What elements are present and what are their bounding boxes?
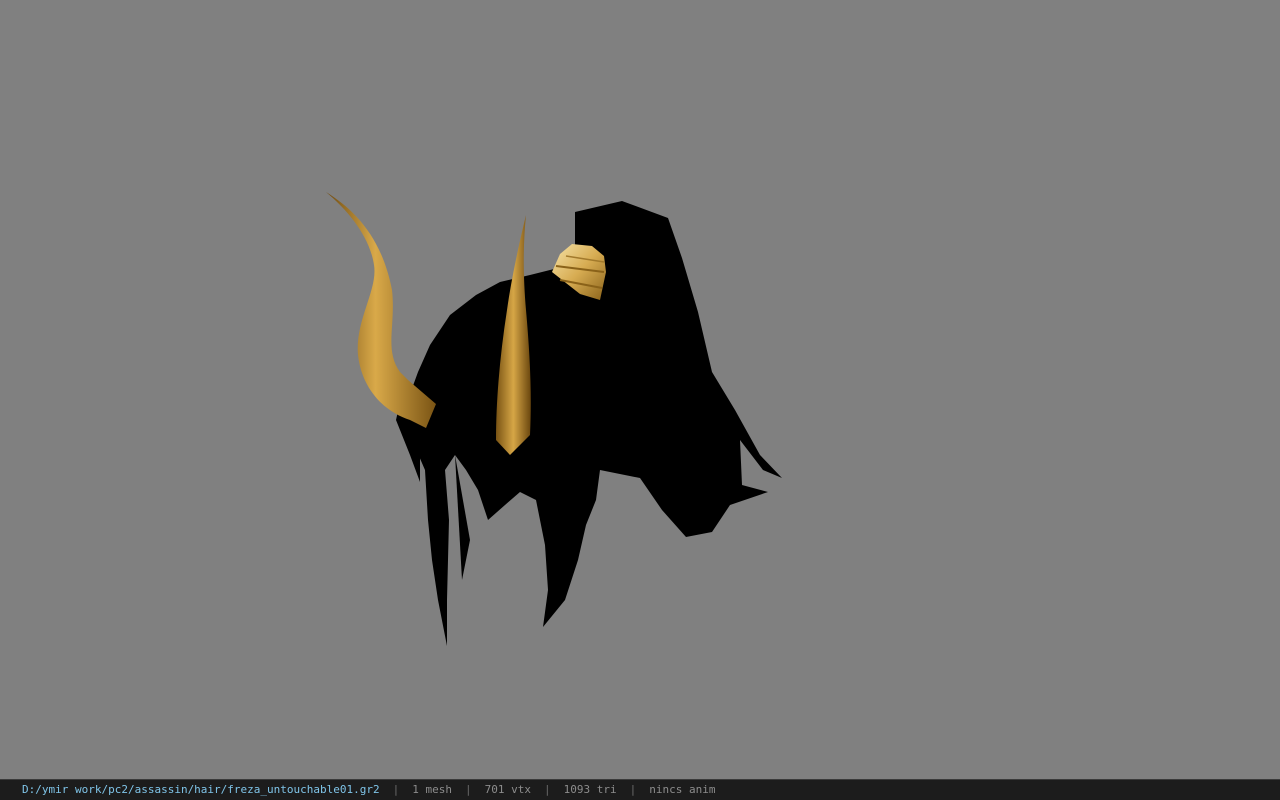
mesh-count: 1 mesh: [412, 783, 452, 796]
anim-status: nincs anim: [649, 783, 716, 796]
triangle-count: 1093 tri: [563, 783, 617, 796]
separator: |: [629, 783, 637, 796]
left-horn: [326, 192, 436, 428]
separator: |: [465, 783, 472, 796]
file-path: D:/ymir work/pc2/assassin/hair/freza_unt…: [22, 783, 380, 796]
separator: |: [392, 783, 400, 796]
separator: |: [543, 783, 551, 796]
vertex-count: 701 vtx: [484, 783, 531, 796]
3d-viewport[interactable]: [0, 0, 1280, 779]
model-render: [326, 192, 782, 646]
status-bar: D:/ymir work/pc2/assassin/hair/freza_unt…: [0, 779, 1280, 800]
